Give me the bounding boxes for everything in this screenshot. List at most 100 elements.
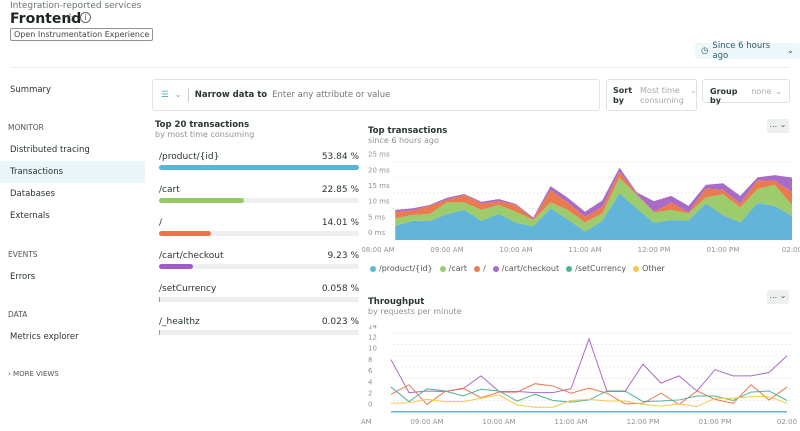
x-tick-label: 02:00 xyxy=(782,246,800,254)
transaction-percent: 9.23 % xyxy=(327,251,359,261)
legend-swatch xyxy=(439,265,446,272)
sort-by-select[interactable]: Sort by Most time consuming ⌄ xyxy=(606,79,697,111)
divider xyxy=(10,67,790,68)
x-tick-label: 01:00 PM xyxy=(699,418,732,426)
legend-swatch xyxy=(492,265,499,272)
legend-swatch xyxy=(474,265,481,272)
y-tick-label: 0 ms xyxy=(368,229,385,237)
y-tick-label: 5 ms xyxy=(368,213,385,221)
y-tick-label: 12 xyxy=(368,334,377,342)
sidebar-item-errors[interactable]: Errors xyxy=(0,266,145,288)
sidebar-item-distributed-tracing[interactable]: Distributed tracing xyxy=(0,139,145,161)
transaction-row[interactable]: /cart 22.85 % xyxy=(159,185,359,218)
transaction-name: /_healthz xyxy=(159,317,200,327)
sidebar-section-monitor: MONITOR xyxy=(8,123,44,132)
filter-icon[interactable]: ☰ xyxy=(161,90,169,100)
chevron-down-icon: ⌄ xyxy=(786,46,794,56)
chart-legend: /product/{id} /cart / /cart/checkout/setCur… xyxy=(370,264,665,273)
filter-input[interactable] xyxy=(272,90,523,100)
info-icon[interactable]: i xyxy=(80,12,91,23)
star-icon[interactable]: ☆ xyxy=(64,11,76,26)
time-picker-label: Since 6 hours ago xyxy=(712,41,771,61)
legend-swatch xyxy=(566,265,573,272)
x-tick-label: 08:00 AM xyxy=(361,246,394,254)
legend-item[interactable]: /cart xyxy=(439,264,467,273)
sort-value: Most time consuming xyxy=(640,86,684,105)
y-tick-label: 15 ms xyxy=(368,182,390,190)
transaction-row[interactable]: / 14.01 % xyxy=(159,218,359,251)
percent-bar xyxy=(159,231,359,236)
line-series-Other xyxy=(390,394,788,408)
sidebar-section-events: EVENTS xyxy=(8,250,38,259)
chart-subtitle: by requests per minute xyxy=(368,307,462,316)
breadcrumb[interactable]: Integration-reported services xyxy=(10,1,141,11)
more-views-toggle[interactable]: › MORE VIEWS xyxy=(8,370,59,378)
transaction-percent: 14.01 % xyxy=(321,218,359,228)
y-tick-label: 10 xyxy=(368,345,377,353)
group-by-select[interactable]: Group by none ⌄ xyxy=(702,79,790,105)
experience-tag: Open Instrumentation Experience xyxy=(10,28,154,41)
throughput-chart: 0 2 4 6 8 10 12 14 08:00 AM 09:00 AM 10:00 AM 11:00… xyxy=(360,325,797,426)
filter-bar[interactable]: ☰ ⌄ Narrow data to xyxy=(152,79,600,111)
legend-item[interactable]: /product/{id} xyxy=(370,264,433,273)
transaction-row[interactable]: /setCurrency 0.058 % xyxy=(159,284,359,317)
legend-item[interactable]: Other xyxy=(633,264,665,273)
group-value: none xyxy=(751,87,772,96)
y-tick-label: 0 xyxy=(368,401,372,409)
transaction-percent: 22.85 % xyxy=(321,185,359,195)
sidebar-item-databases[interactable]: Databases xyxy=(0,183,145,205)
transaction-name: /setCurrency xyxy=(159,284,217,294)
group-label: Group by xyxy=(710,87,738,105)
x-tick-label: 09:00 AM xyxy=(410,418,443,426)
y-tick-label: 14 xyxy=(368,325,377,330)
chart-subtitle: since 6 hours ago xyxy=(368,136,439,145)
transaction-percent: 53.84 % xyxy=(321,152,359,162)
legend-item[interactable]: / xyxy=(474,264,486,273)
chart-title: Throughput xyxy=(368,297,425,307)
clock-icon: ◷ xyxy=(701,46,709,56)
filter-label: Narrow data to xyxy=(194,90,268,100)
y-tick-label: 6 xyxy=(368,367,373,375)
y-tick-label: 2 xyxy=(368,390,372,398)
y-tick-label: 25 ms xyxy=(368,151,390,159)
time-picker[interactable]: ◷ Since 6 hours ago ⌄ xyxy=(695,41,800,61)
x-tick-label: 10:00 AM xyxy=(482,418,515,426)
sidebar-item-externals[interactable]: Externals xyxy=(0,205,145,227)
sidebar-item-summary[interactable]: Summary xyxy=(0,79,145,101)
y-tick-label: 20 ms xyxy=(368,166,390,174)
x-tick-label: 11:00 AM xyxy=(554,418,587,426)
y-tick-label: 10 ms xyxy=(368,198,390,206)
list-title: Top 20 transactions xyxy=(155,120,250,130)
transaction-name: /cart/checkout xyxy=(159,251,224,261)
transaction-row[interactable]: /cart/checkout 9.23 % xyxy=(159,251,359,284)
percent-bar xyxy=(159,264,359,269)
sidebar-item-transactions[interactable]: Transactions xyxy=(0,161,145,183)
transaction-percent: 0.023 % xyxy=(321,317,359,327)
x-tick-label: 10:00 AM xyxy=(499,246,532,254)
legend-item[interactable]: /cart/checkout xyxy=(492,264,559,273)
percent-bar xyxy=(159,198,359,203)
x-tick-label: 09:00 AM xyxy=(430,246,463,254)
transaction-name: /product/{id} xyxy=(159,152,220,162)
sidebar-item-metrics-explorer[interactable]: Metrics explorer xyxy=(0,326,145,348)
chart-menu-button[interactable]: ... ⌄ xyxy=(767,119,789,133)
list-subtitle: by most time consuming xyxy=(155,130,255,139)
percent-bar xyxy=(159,297,359,302)
transaction-name: /cart xyxy=(159,185,180,195)
transaction-percent: 0.058 % xyxy=(321,284,359,294)
percent-bar xyxy=(159,165,359,170)
x-tick-label: 11:00 AM xyxy=(568,246,601,254)
transaction-row[interactable]: /_healthz 0.023 % xyxy=(159,317,359,350)
chevron-down-icon[interactable]: ⌄ xyxy=(175,90,182,100)
chart-menu-button[interactable]: ... ⌄ xyxy=(767,290,789,304)
transaction-list: /product/{id} 53.84 % /cart 22.85 % / 14.01 %… xyxy=(159,152,359,350)
transaction-row[interactable]: /product/{id} 53.84 % xyxy=(159,152,359,185)
x-tick-label: 02:00 xyxy=(777,418,797,426)
legend-item[interactable]: /setCurrency xyxy=(566,264,626,273)
percent-bar xyxy=(159,330,359,335)
legend-swatch xyxy=(633,265,640,272)
chevron-down-icon: ⌄ xyxy=(775,87,782,96)
legend-swatch xyxy=(370,265,376,272)
x-tick-label: 12:00 PM xyxy=(638,246,671,254)
top-transactions-chart: 0 ms 5 ms 10 ms 15 ms 20 ms 25 ms 08:00 AM 09:0… xyxy=(360,145,800,254)
